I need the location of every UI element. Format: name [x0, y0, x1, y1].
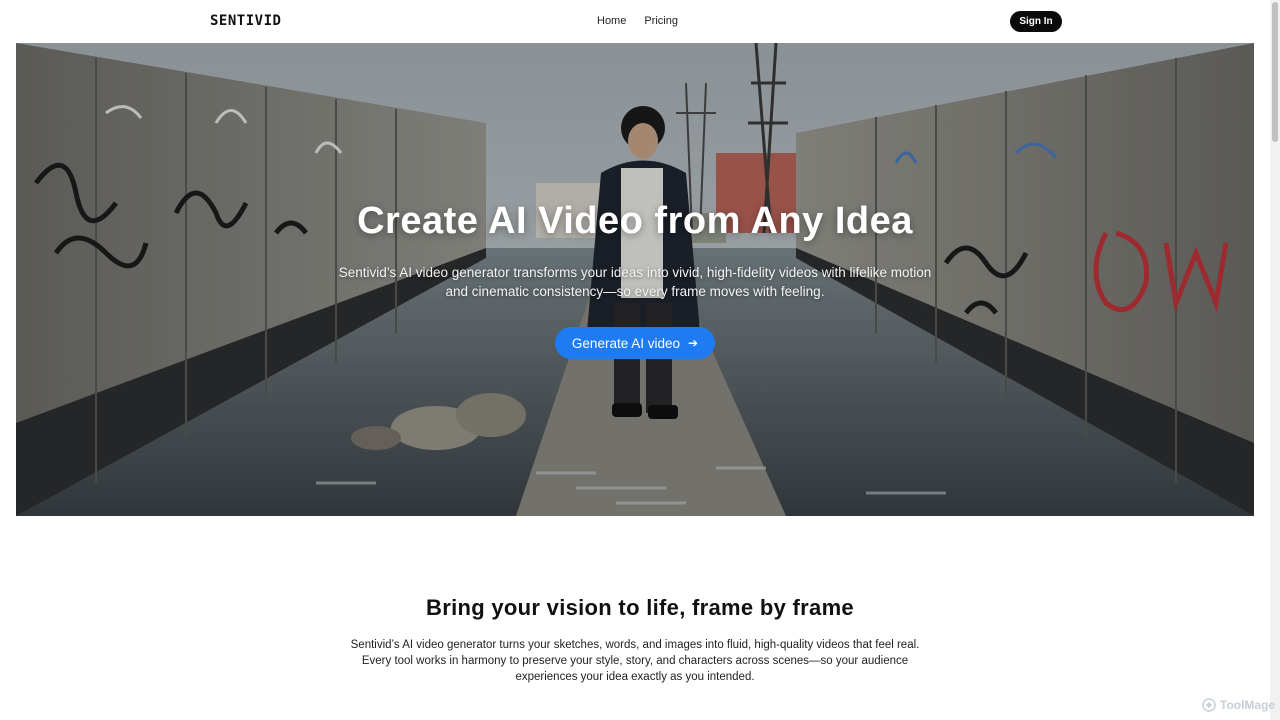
sign-in-button[interactable]: Sign In: [1010, 11, 1062, 32]
site-header: SENTIVID Home Pricing Sign In: [0, 0, 1280, 42]
hero-subtitle: Sentivid’s AI video generator transforms…: [338, 265, 932, 299]
section-description: Sentivid’s AI video generator turns your…: [350, 639, 920, 683]
nav-home-link[interactable]: Home: [597, 15, 626, 27]
logo-text: SENTIVID: [210, 13, 282, 29]
main-nav: Home Pricing: [597, 15, 678, 27]
cta-label: Generate AI video: [571, 335, 680, 351]
site-logo[interactable]: SENTIVID: [210, 12, 281, 30]
scrollbar-thumb[interactable]: [1272, 2, 1278, 142]
page-scrollbar[interactable]: [1270, 0, 1280, 720]
hero-banner: Create AI Video from Any Idea Sentivid’s…: [16, 43, 1254, 516]
nav-pricing-link[interactable]: Pricing: [644, 15, 678, 27]
watermark-text: ToolMage: [1220, 698, 1276, 712]
section-title: Bring your vision to life, frame by fram…: [426, 595, 854, 620]
watermark: ToolMage: [1202, 698, 1275, 712]
hero-title: Create AI Video from Any Idea: [357, 200, 913, 242]
arrow-right-icon: ➔: [688, 336, 699, 350]
watermark-logo-icon: [1202, 698, 1216, 712]
generate-ai-video-button[interactable]: Generate AI video ➔: [555, 327, 715, 359]
